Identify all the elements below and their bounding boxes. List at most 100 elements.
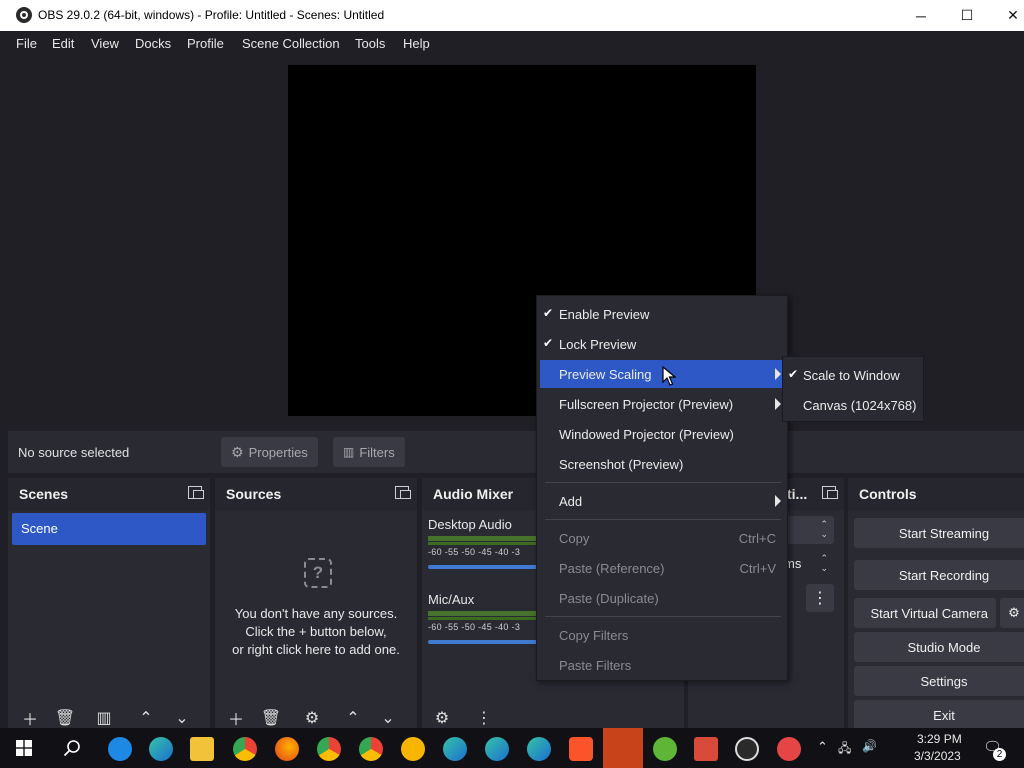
menu-edit[interactable]: Edit <box>52 36 74 51</box>
submenu-arrow-icon <box>775 398 781 410</box>
menu-scene-collection[interactable]: Scene Collection <box>242 36 340 51</box>
menu-item-enable-preview[interactable]: ✔ Enable Preview <box>540 300 784 328</box>
scene-filters-icon[interactable]: ▥ <box>94 708 114 728</box>
menu-item-paste-duplicate[interactable]: Paste (Duplicate) <box>540 584 784 612</box>
edge-canary-icon[interactable] <box>527 737 551 761</box>
edge-icon[interactable] <box>149 737 173 761</box>
exit-button[interactable]: Exit <box>854 700 1024 730</box>
edge-beta-icon[interactable] <box>443 737 467 761</box>
edge-dev-icon[interactable] <box>485 737 509 761</box>
filters-button[interactable]: ▥ Filters <box>333 437 405 467</box>
file-explorer-icon[interactable] <box>190 737 214 761</box>
menu-docks[interactable]: Docks <box>135 36 171 51</box>
submenu-arrow-icon <box>775 495 781 507</box>
volume-meter <box>428 611 538 616</box>
clock-time[interactable]: 3:29 PM <box>917 732 962 746</box>
chrome-icon[interactable] <box>233 737 257 761</box>
submenu-item-scale-to-window[interactable]: ✔ Scale to Window <box>783 361 923 389</box>
start-virtual-camera-button[interactable]: Start Virtual Camera <box>854 598 996 628</box>
sources-dock[interactable]: Sources ? You don't have any sources. Cl… <box>215 478 417 734</box>
more-options-icon[interactable]: ⋮ <box>806 584 834 612</box>
app-icon[interactable] <box>694 737 718 761</box>
submenu-item-canvas[interactable]: Canvas (1024x768) <box>783 391 923 419</box>
tray-chevron-icon[interactable]: ⌃ <box>817 739 828 755</box>
move-down-icon[interactable]: ⌄ <box>172 708 192 728</box>
trash-icon[interactable]: 🗑 <box>261 708 281 728</box>
volume-slider[interactable] <box>428 640 540 644</box>
menu-item-label: Lock Preview <box>559 337 637 352</box>
active-app-highlight[interactable] <box>603 728 643 768</box>
clock-date[interactable]: 3/3/2023 <box>914 749 961 763</box>
move-up-icon[interactable]: ⌃ <box>343 708 363 728</box>
maximize-button[interactable]: ☐ <box>944 0 990 31</box>
menu-item-label: Copy Filters <box>559 628 629 643</box>
menu-item-screenshot[interactable]: Screenshot (Preview) <box>540 450 784 478</box>
volume-slider[interactable] <box>428 565 540 569</box>
network-icon[interactable]: 🖧 <box>838 739 851 760</box>
gear-icon[interactable]: ⚙ <box>302 708 322 728</box>
search-icon[interactable] <box>63 739 81 757</box>
trash-icon[interactable]: 🗑 <box>55 708 75 728</box>
start-streaming-button[interactable]: Start Streaming <box>854 518 1024 548</box>
volume-icon[interactable]: 🔊 <box>862 739 877 753</box>
menu-item-label: Screenshot (Preview) <box>559 457 684 472</box>
undock-icon[interactable] <box>822 486 838 499</box>
ie-icon[interactable] <box>108 737 132 761</box>
menu-help[interactable]: Help <box>403 36 430 51</box>
firefox-icon[interactable] <box>275 737 299 761</box>
menu-item-lock-preview[interactable]: ✔ Lock Preview <box>540 330 784 358</box>
duration-field[interactable]: ms ⌃ ⌄ <box>784 550 834 578</box>
app-icon[interactable] <box>653 737 677 761</box>
obs-taskbar-icon[interactable] <box>735 737 759 761</box>
menu-item-paste-reference[interactable]: Paste (Reference) Ctrl+V <box>540 554 784 582</box>
menu-item-label: Paste (Duplicate) <box>559 591 659 606</box>
undock-icon[interactable] <box>395 486 411 499</box>
menu-item-paste-filters[interactable]: Paste Filters <box>540 651 784 679</box>
menu-item-fullscreen-projector[interactable]: Fullscreen Projector (Preview) <box>540 390 784 418</box>
menu-item-label: Windowed Projector (Preview) <box>559 427 734 442</box>
brave-icon[interactable] <box>569 737 593 761</box>
menu-tools[interactable]: Tools <box>355 36 385 51</box>
menu-item-copy-filters[interactable]: Copy Filters <box>540 621 784 649</box>
scenes-title: Scenes <box>19 486 69 502</box>
scene-list-item[interactable]: Scene <box>12 513 206 545</box>
submenu-arrow-icon <box>775 368 781 380</box>
menu-profile[interactable]: Profile <box>187 36 224 51</box>
menu-item-copy[interactable]: Copy Ctrl+C <box>540 524 784 552</box>
chrome-dev-icon[interactable] <box>359 737 383 761</box>
menu-item-label: Paste Filters <box>559 658 632 673</box>
add-scene-icon[interactable]: ＋ <box>20 708 40 729</box>
virtual-camera-settings-icon[interactable]: ⚙ <box>1000 598 1024 628</box>
windows-start-icon[interactable] <box>16 740 32 756</box>
spin-icon: ⌃ ⌄ <box>820 553 828 573</box>
empty-sources-line: or right click here to add one. <box>232 642 400 657</box>
browser-icon[interactable] <box>777 737 801 761</box>
settings-button[interactable]: Settings <box>854 666 1024 696</box>
transition-select[interactable]: ⌃ ⌄ <box>784 516 834 544</box>
submenu-item-label: Scale to Window <box>803 368 900 383</box>
chrome-beta-icon[interactable] <box>317 737 341 761</box>
move-up-icon[interactable]: ⌃ <box>136 708 156 728</box>
chrome-canary-icon[interactable] <box>401 737 425 761</box>
menu-item-windowed-projector[interactable]: Windowed Projector (Preview) <box>540 420 784 448</box>
menu-item-label: Paste (Reference) <box>559 561 665 576</box>
more-options-icon[interactable]: ⋮ <box>474 708 494 728</box>
menu-view[interactable]: View <box>91 36 119 51</box>
studio-mode-button[interactable]: Studio Mode <box>854 632 1024 662</box>
sources-dock-header: Sources <box>215 478 417 510</box>
undock-icon[interactable] <box>188 486 204 499</box>
scenes-dock: Scenes Scene ＋ 🗑 ▥ ⌃ ⌄ <box>8 478 210 734</box>
close-button[interactable]: ✕ <box>990 0 1024 31</box>
preview-context-menu: ✔ Enable Preview ✔ Lock Preview Preview … <box>536 295 788 681</box>
add-source-icon[interactable]: ＋ <box>226 708 246 729</box>
start-recording-button[interactable]: Start Recording <box>854 560 1024 590</box>
channel-name: Mic/Aux <box>428 592 475 607</box>
transitions-title: ti... <box>787 486 808 502</box>
advanced-audio-icon[interactable]: ⚙ <box>432 708 452 728</box>
minimize-button[interactable]: ─ <box>898 0 944 31</box>
obs-logo-icon <box>16 7 32 23</box>
menu-file[interactable]: File <box>16 36 37 51</box>
move-down-icon[interactable]: ⌄ <box>378 708 398 728</box>
properties-button[interactable]: ⚙ Properties <box>221 437 318 467</box>
menu-item-add[interactable]: Add <box>540 487 784 515</box>
